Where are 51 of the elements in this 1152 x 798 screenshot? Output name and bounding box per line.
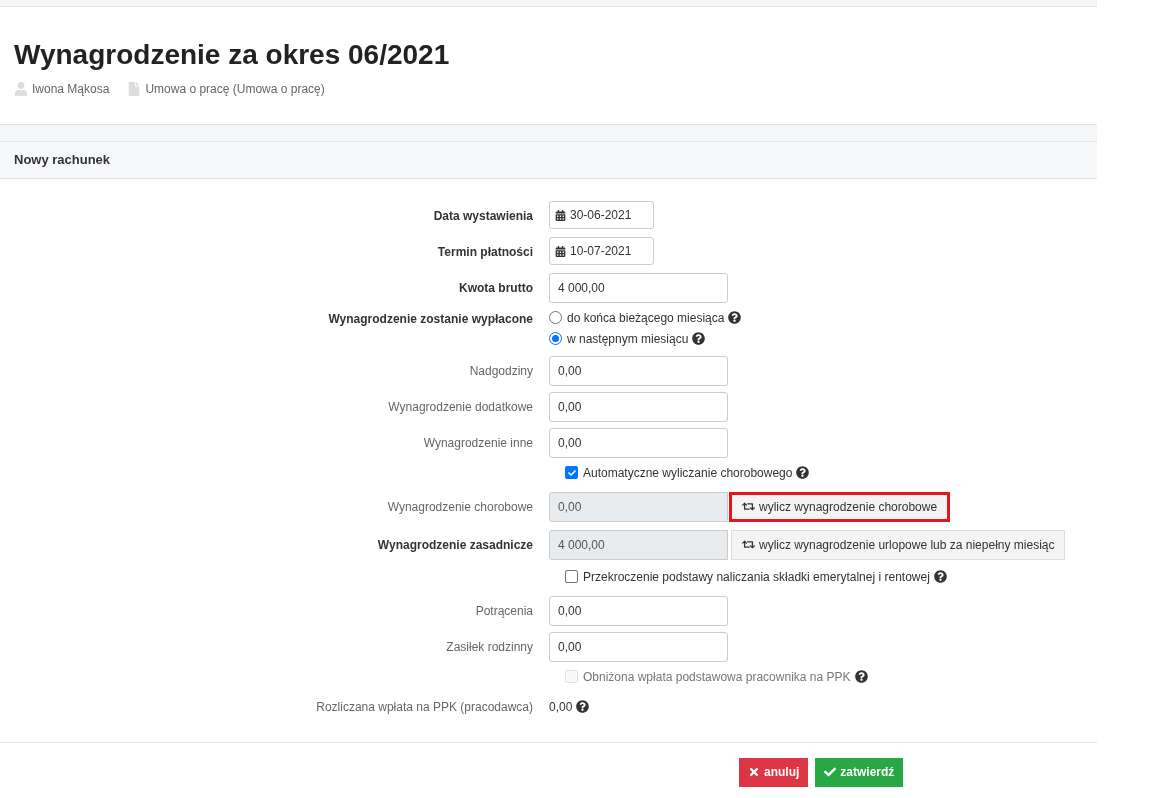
close-icon — [748, 766, 760, 778]
checkbox-label: Przekroczenie podstawy naliczania składki emerytalnej i rentowej — [583, 568, 930, 586]
repeat-icon — [742, 538, 755, 551]
field-label: Wynagrodzenie zasadnicze — [377, 536, 533, 554]
calculate-button[interactable]: wylicz wynagrodzenie urlopowe lub za niepełny miesiąc — [731, 529, 1066, 560]
date-field[interactable]: 10-07-2021 — [549, 236, 654, 265]
repeat-icon — [742, 500, 755, 513]
field-label: Kwota brutto — [459, 279, 533, 297]
radio-label: w następnym miesiącu — [567, 330, 689, 348]
field-label: Wynagrodzenie dodatkowe — [388, 398, 533, 416]
field-label: Wynagrodzenie zostanie wypłacone — [328, 310, 533, 328]
calendar-icon — [555, 209, 566, 221]
person-name: Iwona Mąkosa — [32, 81, 110, 98]
field-label: Wynagrodzenie inne — [423, 434, 533, 452]
page-title: Wynagrodzenie za okres 06/2021 — [14, 38, 451, 72]
person-icon — [14, 82, 28, 96]
help-icon[interactable] — [933, 570, 947, 583]
calculate-button[interactable]: wylicz wynagrodzenie chorobowe — [729, 491, 951, 522]
value-text: 0,00 — [549, 698, 573, 716]
help-icon[interactable] — [728, 311, 742, 324]
input-field[interactable]: 0,00 — [549, 631, 728, 662]
help-icon[interactable] — [796, 466, 810, 479]
field-label: Potrącenia — [475, 602, 533, 620]
check-icon — [824, 766, 837, 778]
section-header: Nowy rachunek — [0, 141, 1097, 179]
contract-type: Umowa o pracę (Umowa o pracę) — [145, 81, 325, 98]
checkmark-icon — [567, 468, 576, 477]
help-icon[interactable] — [692, 332, 706, 345]
document-icon — [127, 82, 142, 96]
input-field[interactable]: 4 000,00 — [549, 272, 728, 303]
checkbox[interactable] — [565, 570, 578, 583]
input-field[interactable]: 0,00 — [549, 391, 728, 422]
date-field[interactable]: 30-06-2021 — [549, 200, 654, 229]
field-label: Nadgodziny — [469, 362, 533, 380]
field-label: Termin płatności — [437, 243, 533, 261]
input-field[interactable]: 0,00 — [549, 355, 728, 386]
checkbox-label: Obniżona wpłata podstawowa pracownika na PPK — [583, 668, 851, 686]
checkbox-label: Automatyczne wyliczanie chorobowego — [583, 464, 793, 482]
readonly-field[interactable]: 0,00 — [549, 491, 728, 522]
field-label: Rozliczana wpłata na PPK (pracodawca) — [316, 698, 533, 716]
cancel-button[interactable]: anuluj — [739, 757, 809, 787]
input-field[interactable]: 0,00 — [549, 427, 728, 458]
help-icon[interactable] — [576, 700, 590, 713]
input-field[interactable]: 0,00 — [549, 595, 728, 626]
checkbox[interactable] — [565, 466, 578, 479]
field-label: Wynagrodzenie chorobowe — [387, 498, 533, 516]
field-label: Zasiłek rodzinny — [446, 638, 533, 656]
readonly-field[interactable]: 4 000,00 — [549, 529, 728, 560]
field-label: Data wystawienia — [433, 207, 533, 225]
radio-label: do końca bieżącego miesiąca — [567, 309, 725, 327]
calendar-icon — [555, 245, 566, 257]
